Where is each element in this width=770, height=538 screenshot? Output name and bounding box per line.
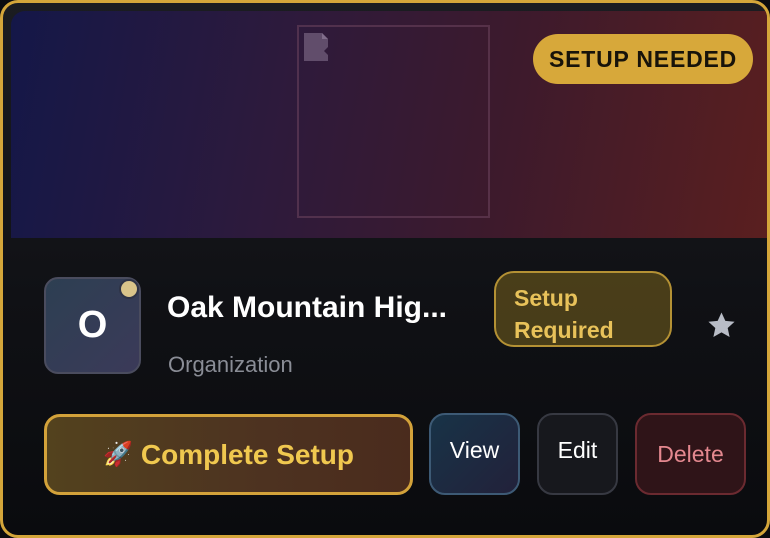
star-icon[interactable] <box>705 309 738 342</box>
complete-setup-label: Complete Setup <box>140 438 355 470</box>
card-banner: SETUP NEEDED <box>11 11 767 238</box>
rocket-icon: 🚀 <box>102 441 133 468</box>
broken-image-icon <box>304 33 328 61</box>
setup-required-line2: Required <box>514 317 614 343</box>
organization-card: SETUP NEEDED O Oak Mountain Hig... Organ… <box>0 0 770 538</box>
avatar-status-dot <box>119 279 139 299</box>
delete-label: Delete <box>657 440 724 467</box>
view-button[interactable]: View <box>429 413 520 495</box>
edit-label: Edit <box>557 437 598 463</box>
setup-required-badge: Setup Required <box>494 271 672 347</box>
setup-needed-badge: SETUP NEEDED <box>533 34 753 84</box>
avatar: O <box>44 277 141 374</box>
complete-setup-button[interactable]: 🚀 Complete Setup <box>44 414 413 495</box>
organization-type: Organization <box>168 352 293 377</box>
view-label: View <box>449 437 500 463</box>
edit-button[interactable]: Edit <box>537 413 618 495</box>
avatar-initial: O <box>77 304 108 346</box>
banner-image-placeholder <box>297 25 490 218</box>
organization-name[interactable]: Oak Mountain Hig... <box>167 291 477 325</box>
delete-button[interactable]: Delete <box>635 413 746 495</box>
setup-required-line1: Setup <box>514 285 578 311</box>
